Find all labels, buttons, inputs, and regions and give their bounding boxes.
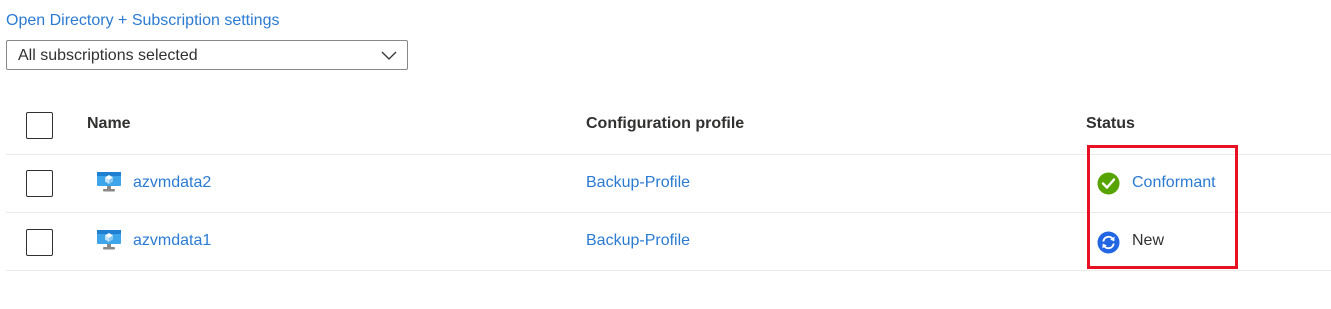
row-divider xyxy=(6,154,1331,155)
row-checkbox[interactable] xyxy=(26,170,53,197)
status-text: New xyxy=(1132,232,1165,249)
vm-name-link[interactable]: azvmdata1 xyxy=(133,232,211,250)
status-link[interactable]: Conformant xyxy=(1132,174,1216,192)
row-divider xyxy=(6,270,1331,271)
column-header-configuration-profile[interactable]: Configuration profile xyxy=(586,115,744,133)
column-header-name[interactable]: Name xyxy=(87,115,131,133)
virtual-machine-icon xyxy=(97,172,121,192)
column-header-status[interactable]: Status xyxy=(1086,115,1135,133)
refresh-circle-icon xyxy=(1097,231,1120,254)
check-circle-icon xyxy=(1097,172,1120,195)
row-checkbox[interactable] xyxy=(26,229,53,256)
configuration-profile-link[interactable]: Backup-Profile xyxy=(586,174,690,192)
configuration-profile-link[interactable]: Backup-Profile xyxy=(586,232,690,250)
row-divider xyxy=(6,212,1331,213)
virtual-machine-icon xyxy=(97,230,121,250)
directory-subscription-link[interactable]: Open Directory + Subscription settings xyxy=(6,12,279,30)
subscription-dropdown[interactable]: All subscriptions selected xyxy=(6,40,408,70)
vm-name-link[interactable]: azvmdata2 xyxy=(133,174,211,192)
select-all-checkbox[interactable] xyxy=(26,112,53,139)
chevron-down-icon xyxy=(381,51,397,60)
subscription-dropdown-value: All subscriptions selected xyxy=(18,47,198,64)
